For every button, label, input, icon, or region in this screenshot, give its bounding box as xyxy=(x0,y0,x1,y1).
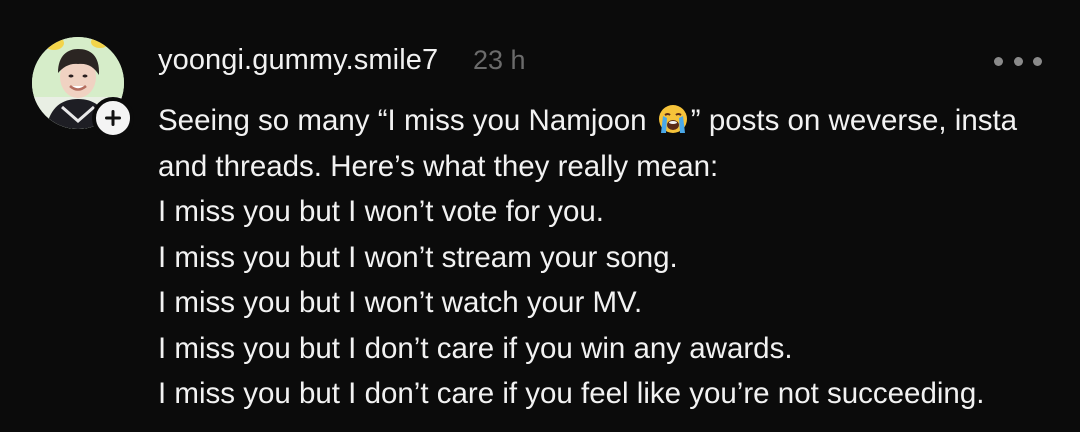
loudly-crying-face-emoji xyxy=(658,105,687,133)
thread-post: yoongi.gummy.smile7 23 h Seeing so many … xyxy=(0,0,1080,432)
post-text-segment: Seeing so many “I miss you Namjoon xyxy=(158,104,655,137)
username-link[interactable]: yoongi.gummy.smile7 xyxy=(158,44,438,77)
more-horizontal-icon-dot xyxy=(1013,56,1023,66)
post-text-line: and threads. Here’s what they really mea… xyxy=(158,149,719,183)
post-timestamp: 23 h xyxy=(473,45,526,75)
more-options-button[interactable] xyxy=(994,48,1042,74)
post-text-line: I miss you but I won’t watch your MV. xyxy=(158,286,643,319)
follow-button[interactable] xyxy=(92,97,134,139)
post-text-line: I miss you but I don’t care if you feel … xyxy=(158,377,985,410)
post-text-segment: ” posts on weverse, insta xyxy=(690,104,1018,137)
more-horizontal-icon xyxy=(994,56,1003,66)
more-horizontal-icon-dot xyxy=(1033,56,1042,66)
plus-icon xyxy=(105,110,121,126)
post-text-line: Seeing so many “I miss you Namjoon ” pos… xyxy=(158,98,1058,144)
post-body: Seeing so many “I miss you Namjoon ” pos… xyxy=(158,98,1058,417)
avatar-container xyxy=(32,37,134,139)
post-text-line: I miss you but I don’t care if you win a… xyxy=(158,331,793,365)
post-text-line: I miss you but I won’t stream your song. xyxy=(158,240,678,274)
post-text-line: I miss you but I won’t vote for you. xyxy=(158,195,604,228)
